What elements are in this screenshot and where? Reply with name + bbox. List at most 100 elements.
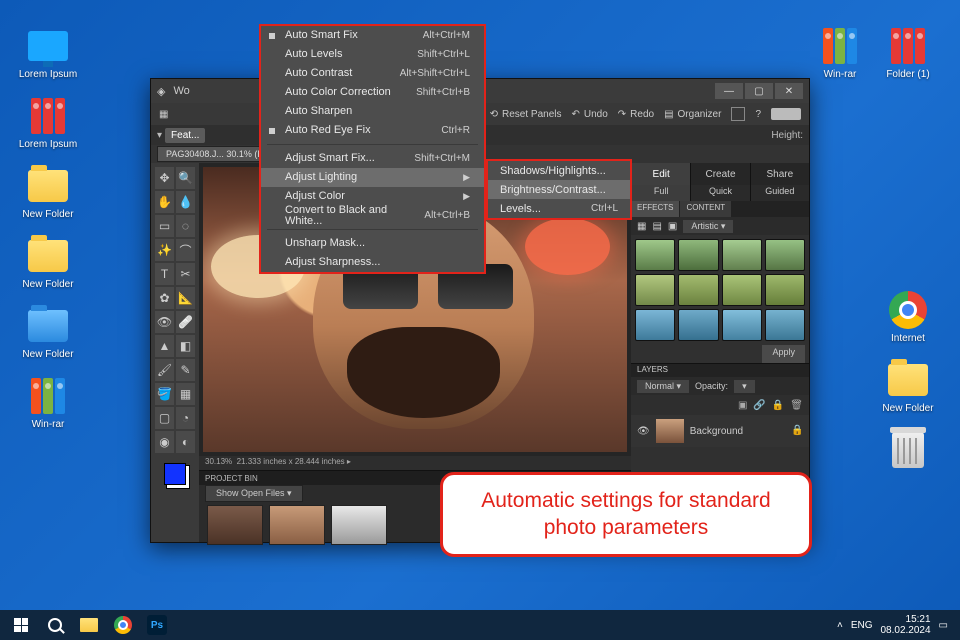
submenu-brightness-contrast[interactable]: Brightness/Contrast...	[488, 180, 630, 199]
gradient-tool[interactable]: ▦	[176, 383, 195, 405]
visibility-icon[interactable]: 👁	[637, 426, 650, 437]
move-tool[interactable]: ✥	[155, 167, 174, 189]
sponge-tool[interactable]: ◉	[155, 431, 174, 453]
desktop-icon-folder1[interactable]: Folder (1)	[878, 26, 938, 80]
menu-auto-levels[interactable]: Auto LevelsShift+Ctrl+L	[261, 45, 484, 64]
desktop-icon-app[interactable]: Lorem Ipsum	[18, 26, 78, 80]
eyedropper-tool[interactable]: 💧	[176, 191, 195, 213]
tab-share[interactable]: Share	[750, 163, 809, 185]
lock-icon[interactable]: 🔒	[772, 400, 784, 411]
tab-edit[interactable]: Edit	[631, 163, 690, 185]
effect-swatch[interactable]	[722, 239, 762, 271]
effect-swatch[interactable]	[635, 309, 675, 341]
filter-gallery-icon[interactable]: ▦	[637, 221, 646, 232]
effect-swatch[interactable]	[678, 239, 718, 271]
foreground-color-swatch[interactable]	[164, 463, 186, 485]
effect-swatch[interactable]	[765, 309, 805, 341]
tray-clock[interactable]: 15:21 08.02.2024	[880, 614, 930, 636]
taskbar-photoshop-button[interactable]: Ps	[140, 610, 174, 640]
thumbnail[interactable]	[269, 505, 325, 545]
taskbar-chrome-button[interactable]	[106, 610, 140, 640]
effect-swatch[interactable]	[635, 274, 675, 306]
menu-convert-bw[interactable]: Convert to Black and White...Alt+Ctrl+B	[261, 206, 484, 225]
clone-stamp-tool[interactable]: ▲	[155, 335, 174, 357]
smart-brush-tool[interactable]: ✎	[176, 359, 195, 381]
lasso-tool[interactable]: ◌	[176, 215, 195, 237]
desktop-icon-winrar[interactable]: Win-rar	[810, 26, 870, 80]
notifications-icon[interactable]: ▭	[939, 620, 948, 631]
brush-tool[interactable]: 🖌	[155, 359, 174, 381]
taskbar-explorer-button[interactable]	[72, 610, 106, 640]
menu-adjust-smart-fix[interactable]: Adjust Smart Fix...Shift+Ctrl+M	[261, 149, 484, 168]
submenu-shadows-highlights[interactable]: Shadows/Highlights...	[488, 161, 630, 180]
organizer-button[interactable]: ▤ Organizer	[664, 109, 721, 120]
menu-auto-contrast[interactable]: Auto ContrastAlt+Shift+Ctrl+L	[261, 64, 484, 83]
panel-tab-content[interactable]: CONTENT	[680, 201, 731, 217]
thumbnail[interactable]	[331, 505, 387, 545]
project-bin-dropdown[interactable]: Show Open Files ▾	[205, 485, 303, 502]
desktop-icon-trash[interactable]	[878, 430, 938, 473]
panel-tab-effects[interactable]: EFFECTS	[631, 201, 679, 217]
tray-overflow-icon[interactable]: ˄	[837, 620, 843, 631]
home-icon[interactable]	[731, 107, 745, 121]
window-close-button[interactable]: ✕	[775, 83, 803, 99]
menu-adjust-sharpness[interactable]: Adjust Sharpness...	[261, 253, 484, 272]
window-maximize-button[interactable]: ▢	[745, 83, 773, 99]
blend-mode-dropdown[interactable]: Normal ▾	[637, 380, 689, 393]
shape-tool[interactable]: ▢	[155, 407, 174, 429]
apply-button[interactable]: Apply	[762, 345, 805, 363]
detail-brush-tool[interactable]: ◐	[176, 431, 195, 453]
desktop-icon-winrar[interactable]: Win-rar	[18, 376, 78, 430]
reset-panels-button[interactable]: ⟲ Reset Panels	[490, 109, 562, 120]
thumbnail[interactable]	[207, 505, 263, 545]
menu-auto-smart-fix[interactable]: Auto Smart FixAlt+Ctrl+M	[261, 26, 484, 45]
search-pill[interactable]	[771, 108, 801, 120]
window-minimize-button[interactable]: —	[715, 83, 743, 99]
desktop-icon-folder[interactable]: New Folder	[878, 360, 938, 414]
desktop-icon-folder[interactable]: New Folder	[18, 166, 78, 220]
opacity-dropdown[interactable]: ▾	[734, 380, 755, 393]
link-layers-icon[interactable]: 🔗	[753, 400, 765, 411]
styles-icon[interactable]: ▤	[652, 221, 661, 232]
menu-adjust-lighting[interactable]: Adjust Lighting▶	[261, 168, 484, 187]
marquee-tool[interactable]: ▭	[155, 215, 174, 237]
subtab-quick[interactable]: Quick	[690, 185, 749, 201]
taskbar-search-button[interactable]	[38, 610, 72, 640]
help-icon[interactable]: ?	[755, 109, 761, 120]
redo-button[interactable]: ↷ Redo	[618, 109, 654, 120]
desktop-icon-binders[interactable]: Lorem Ipsum	[18, 96, 78, 150]
feather-chip[interactable]: Feat...	[165, 128, 205, 143]
menu-unsharp-mask[interactable]: Unsharp Mask...	[261, 234, 484, 253]
zoom-tool[interactable]: 🔍	[176, 167, 195, 189]
redeye-tool[interactable]: 👁	[155, 311, 174, 333]
effects-category-dropdown[interactable]: Artistic ▾	[683, 220, 733, 233]
new-layer-icon[interactable]: ▣	[738, 400, 747, 411]
effect-swatch[interactable]	[678, 309, 718, 341]
crop-tool[interactable]: ✂	[176, 263, 195, 285]
selection-brush-tool[interactable]: ⌒	[176, 239, 195, 261]
submenu-levels[interactable]: Levels...Ctrl+L	[488, 199, 630, 218]
menu-placeholder-icon[interactable]: ▦	[159, 109, 168, 120]
cookie-cutter-tool[interactable]: ✿	[155, 287, 174, 309]
subtab-full[interactable]: Full	[631, 185, 690, 201]
subtab-guided[interactable]: Guided	[750, 185, 809, 201]
desktop-icon-folder[interactable]: New Folder	[18, 236, 78, 290]
bucket-tool[interactable]: 🪣	[155, 383, 174, 405]
tab-create[interactable]: Create	[690, 163, 749, 185]
eraser-tool[interactable]: ◧	[176, 335, 195, 357]
photo-effects-icon[interactable]: ▣	[668, 221, 677, 232]
menu-auto-sharpen[interactable]: Auto Sharpen	[261, 102, 484, 121]
wand-tool[interactable]: ✨	[155, 239, 174, 261]
hand-tool[interactable]: ✋	[155, 191, 174, 213]
undo-button[interactable]: ↶ Undo	[571, 109, 607, 120]
effect-swatch[interactable]	[765, 239, 805, 271]
menu-auto-red-eye-fix[interactable]: Auto Red Eye FixCtrl+R	[261, 121, 484, 140]
delete-layer-icon[interactable]: 🗑	[790, 400, 803, 411]
effect-swatch[interactable]	[765, 274, 805, 306]
effect-swatch[interactable]	[678, 274, 718, 306]
healing-brush-tool[interactable]: 🩹	[176, 311, 195, 333]
layer-row-background[interactable]: 👁 Background 🔒	[631, 415, 809, 447]
tray-language[interactable]: ENG	[851, 620, 873, 631]
type-tool[interactable]: T	[155, 263, 174, 285]
straighten-tool[interactable]: 📐	[176, 287, 195, 309]
